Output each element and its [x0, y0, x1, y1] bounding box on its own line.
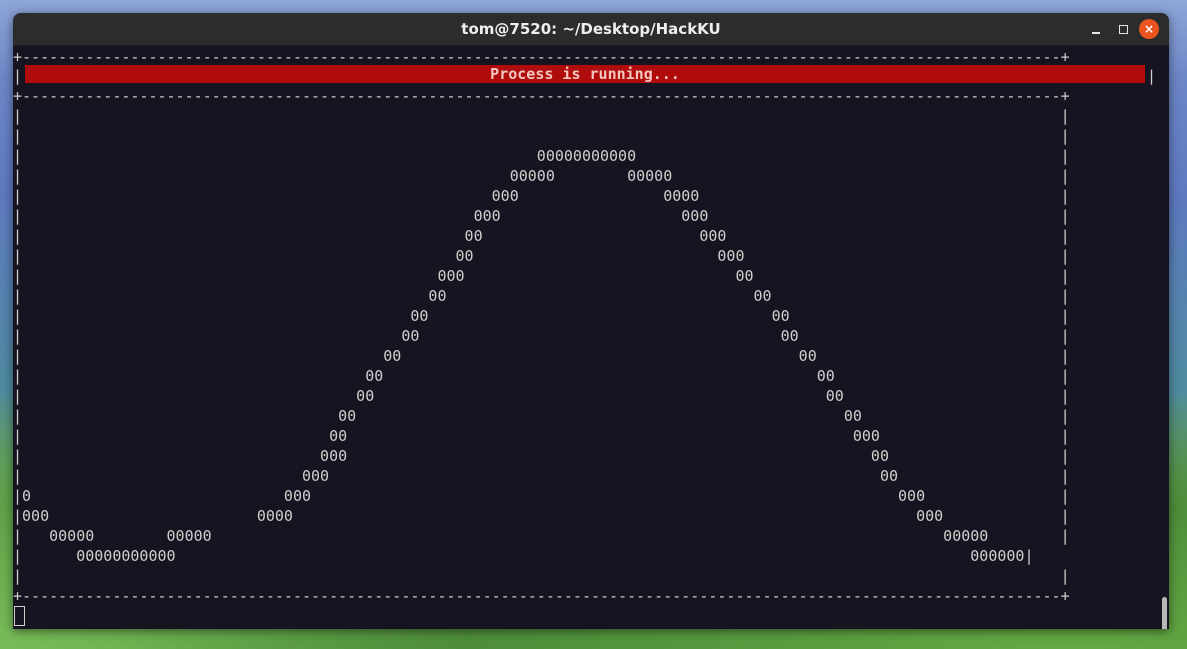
status-banner: Process is running... [25, 65, 1145, 83]
terminal-line: | 00 00 | [13, 307, 1070, 325]
scrollbar[interactable] [1162, 597, 1167, 629]
banner-edge-right: | [1147, 67, 1157, 85]
terminal-line: | | [13, 567, 1070, 585]
minimize-button[interactable] [1086, 19, 1106, 39]
terminal-line: | | [13, 127, 1070, 145]
terminal-line: | 000 00 | [13, 447, 1070, 465]
box-border-mid: +---------------------------------------… [13, 87, 1070, 105]
terminal-line: | 00 000 | [13, 227, 1070, 245]
terminal-line: | 00000000000 | [13, 147, 1070, 165]
terminal-line: | 000 000 | [13, 207, 1070, 225]
terminal-output[interactable]: +---------------------------------------… [13, 46, 1169, 629]
terminal-line: | 00 000 | [13, 427, 1070, 445]
banner-edge-left: | [13, 67, 23, 85]
terminal-line: | 000 00 | [13, 467, 1070, 485]
terminal-line: | 00 00 | [13, 347, 1070, 365]
terminal-line: | 00 00 | [13, 287, 1070, 305]
minimize-icon [1092, 32, 1100, 34]
window-title: tom@7520: ~/Desktop/HackKU [461, 20, 721, 38]
title-bar[interactable]: tom@7520: ~/Desktop/HackKU × [13, 13, 1169, 46]
terminal-line: | | [13, 107, 1070, 125]
close-icon: × [1143, 22, 1155, 36]
terminal-line: | 00 000 | [13, 247, 1070, 265]
box-border-top: +---------------------------------------… [13, 48, 1070, 66]
terminal-line: | 00 00 | [13, 387, 1070, 405]
terminal-window: tom@7520: ~/Desktop/HackKU × +----------… [13, 13, 1169, 629]
terminal-line: | 00000000000 000000| [13, 547, 1034, 565]
maximize-button[interactable] [1113, 19, 1133, 39]
terminal-line: |0 000 000 | [13, 487, 1070, 505]
terminal-line: | 00 00 | [13, 407, 1070, 425]
terminal-line: | 000 0000 | [13, 187, 1070, 205]
terminal-line: |000 0000 000 | [13, 507, 1070, 525]
text-cursor [14, 606, 25, 626]
terminal-line: | 00000 00000 | [13, 167, 1070, 185]
maximize-icon [1119, 25, 1128, 34]
terminal-line: | 00000 00000 00000 | [13, 527, 1070, 545]
box-border-bottom: +---------------------------------------… [13, 587, 1070, 605]
terminal-line: | 000 00 | [13, 267, 1070, 285]
terminal-line: | 00 00 | [13, 327, 1070, 345]
close-button[interactable]: × [1139, 19, 1159, 39]
terminal-line: | 00 00 | [13, 367, 1070, 385]
